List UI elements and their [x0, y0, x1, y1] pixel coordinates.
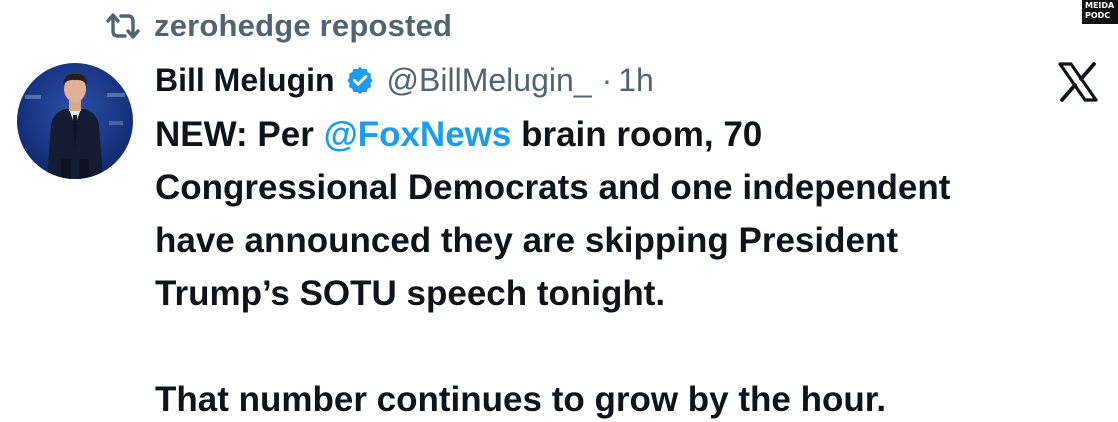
post-timestamp[interactable]: 1h	[618, 62, 654, 99]
header-separator: ·	[601, 61, 613, 98]
repost-icon	[104, 11, 142, 41]
tweet-header: Bill Melugin @BillMelugin_ · 1h	[155, 58, 654, 102]
tweet-line-1-prefix: NEW: Per	[155, 115, 324, 154]
author-name[interactable]: Bill Melugin	[155, 62, 335, 99]
author-avatar[interactable]	[17, 63, 133, 179]
mention-link[interactable]: @FoxNews	[324, 115, 512, 154]
channel-watermark: MEIDA PODC	[1082, 0, 1118, 24]
x-logo-icon[interactable]	[1056, 60, 1100, 104]
tweet-card: zerohedge reposted MEIDA PODC Bill Melug…	[0, 0, 1118, 422]
tweet-line-3: have announced they are skipping Preside…	[155, 221, 898, 260]
repost-label: zerohedge reposted	[154, 8, 453, 43]
verified-badge-icon[interactable]	[345, 65, 375, 95]
tweet-text: NEW: Per @FoxNews brain room, 70 Congres…	[155, 108, 1095, 422]
author-handle[interactable]: @BillMelugin_	[387, 62, 592, 99]
tweet-line-1-suffix: brain room, 70	[511, 115, 763, 154]
tweet-line-2: Congressional Democrats and one independ…	[155, 168, 951, 207]
watermark-line-2: PODC	[1085, 11, 1111, 20]
tweet-line-1: NEW: Per @FoxNews brain room, 70	[155, 108, 1095, 161]
repost-indicator[interactable]: zerohedge reposted	[104, 6, 452, 46]
watermark-line-1: MEIDA	[1085, 1, 1115, 10]
tweet-line-5: That number continues to grow by the hou…	[155, 380, 887, 419]
tweet-line-4: Trump’s SOTU speech tonight.	[155, 274, 666, 313]
